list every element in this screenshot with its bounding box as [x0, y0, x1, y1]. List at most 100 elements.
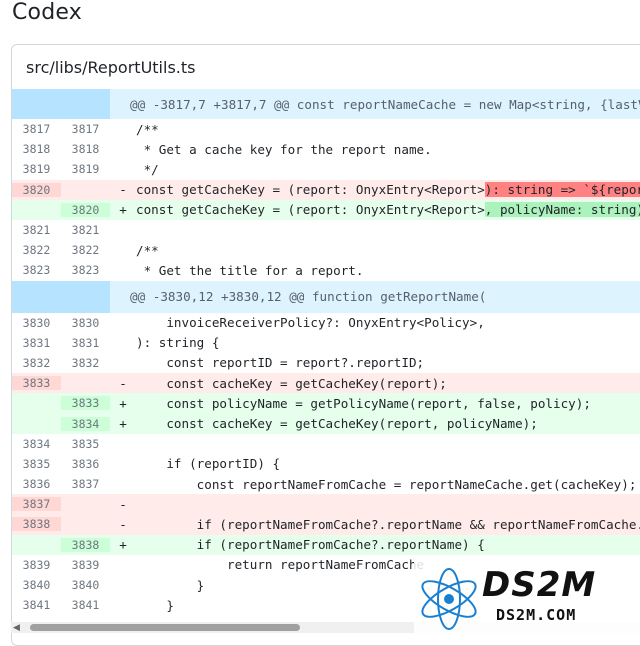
deleted-line[interactable]: 3833 - const cacheKey = getCacheKey(repor…: [12, 373, 640, 394]
old-line-number[interactable]: 3831: [12, 336, 61, 350]
diff-line[interactable]: 3821 3821: [12, 220, 640, 240]
old-line-number[interactable]: 3836: [12, 477, 61, 491]
code-text: * Get a cache key for the report name.: [136, 141, 432, 157]
new-line-number[interactable]: 3835: [61, 437, 110, 451]
old-line-number[interactable]: 3818: [12, 142, 61, 156]
hunk-header-text: @@ -3817,7 +3817,7 @@ const reportNameCa…: [130, 96, 640, 112]
app-title: Codex: [12, 0, 82, 25]
new-line-number[interactable]: 3819: [61, 162, 110, 176]
code-text: if (reportNameFromCache?.reportName) {: [136, 537, 485, 553]
code-changed-highlight: ): string => `${report?.r: [484, 182, 640, 198]
code-text: if (reportNameFromCache?.reportName && r…: [136, 516, 640, 532]
watermark-url: DS2M.COM: [496, 606, 577, 624]
hunk-expand-gutter[interactable]: [12, 89, 110, 119]
code-text: const cacheKey = getCacheKey(report);: [136, 375, 447, 391]
old-line-number[interactable]: 3817: [12, 122, 61, 136]
diff-panel: src/libs/ReportUtils.ts @@ -3817,7 +3817…: [11, 44, 640, 646]
code-text: const reportID = report?.reportID;: [136, 355, 425, 371]
new-line-number[interactable]: 3839: [61, 558, 110, 572]
deleted-line[interactable]: 3838 - if (reportNameFromCache?.reportNam…: [12, 514, 640, 535]
code-text: /**: [136, 121, 159, 137]
diff-line[interactable]: 3835 3836 if (reportID) {: [12, 454, 640, 474]
new-line-number[interactable]: 3833: [61, 396, 110, 411]
hunk-header-text: @@ -3830,12 +3830,12 @@ function getRepo…: [130, 289, 487, 304]
diff-sign: -: [119, 182, 127, 198]
old-line-number[interactable]: 3833: [12, 376, 61, 391]
new-line-number[interactable]: 3820: [61, 202, 110, 217]
new-line-number[interactable]: 3840: [61, 578, 110, 592]
old-line-number[interactable]: 3838: [12, 517, 61, 532]
old-line-number[interactable]: 3840: [12, 578, 61, 592]
old-line-number[interactable]: 3841: [12, 598, 61, 612]
code-changed-highlight: , policyName: string): st: [484, 202, 640, 218]
old-line-number[interactable]: 3822: [12, 243, 61, 257]
code-text: const reportNameFromCache = reportNameCa…: [136, 476, 637, 492]
diff-line[interactable]: 3834 3835: [12, 434, 640, 454]
code-text: return reportNameFromCache: [136, 557, 425, 573]
new-line-number[interactable]: 3836: [61, 457, 110, 471]
diff-sign: +: [119, 395, 127, 411]
new-line-number[interactable]: 3832: [61, 356, 110, 370]
code-text: /**: [136, 242, 159, 258]
hunk-header[interactable]: @@ -3817,7 +3817,7 @@ const reportNameCa…: [12, 89, 640, 119]
added-line[interactable]: 3833 + const policyName = getPolicyName(r…: [12, 393, 640, 414]
hunk-expand-gutter[interactable]: [12, 280, 110, 313]
old-line-number[interactable]: 3837: [12, 497, 61, 512]
diff-line[interactable]: 3818 3818 * Get a cache key for the repor…: [12, 139, 640, 159]
deleted-line[interactable]: 3837 -: [12, 494, 640, 515]
code-unchanged-part: const getCacheKey = (report: OnyxEntry<R…: [136, 202, 485, 218]
old-line-number[interactable]: 3823: [12, 263, 61, 277]
old-line-number[interactable]: 3830: [12, 316, 61, 330]
old-line-number[interactable]: 3839: [12, 558, 61, 572]
diff-sign: +: [119, 537, 127, 553]
diff-line[interactable]: 3831 3831 ): string {: [12, 333, 640, 353]
code-text: }: [136, 577, 205, 593]
diff-rows: @@ -3817,7 +3817,7 @@ const reportNameCa…: [12, 89, 640, 615]
new-line-number[interactable]: 3822: [61, 243, 110, 257]
old-line-number[interactable]: 3835: [12, 457, 61, 471]
new-line-number[interactable]: 3837: [61, 477, 110, 491]
diff-line[interactable]: 3822 3822 /**: [12, 240, 640, 260]
file-path-header[interactable]: src/libs/ReportUtils.ts: [12, 45, 640, 90]
diff-line[interactable]: 3819 3819 */: [12, 159, 640, 179]
scrollbar-thumb[interactable]: [30, 624, 300, 631]
code-text: const policyName = getPolicyName(report,…: [136, 395, 591, 411]
added-line[interactable]: 3820 + const getCacheKey = (report: OnyxEn…: [12, 199, 640, 220]
deleted-line[interactable]: 3820 - const getCacheKey = (report: OnyxEn…: [12, 179, 640, 200]
code-text: const getCacheKey = (report: OnyxEntry<R…: [136, 202, 640, 218]
diff-sign: -: [119, 375, 127, 391]
hunk-header[interactable]: @@ -3830,12 +3830,12 @@ function getRepo…: [12, 280, 640, 313]
old-line-number[interactable]: 3832: [12, 356, 61, 370]
new-line-number[interactable]: 3823: [61, 263, 110, 277]
code-text: ): string {: [136, 335, 220, 351]
new-line-number[interactable]: 3838: [61, 537, 110, 552]
old-line-number[interactable]: 3834: [12, 437, 61, 451]
diff-line[interactable]: 3830 3830 invoiceReceiverPolicy?: OnyxEnt…: [12, 313, 640, 333]
scroll-left-arrow-icon[interactable]: ◀: [13, 622, 20, 633]
diff-line[interactable]: 3836 3837 const reportNameFromCache = rep…: [12, 474, 640, 494]
diff-line[interactable]: 3823 3823 * Get the title for a report.: [12, 260, 640, 280]
code-text: const getCacheKey = (report: OnyxEntry<R…: [136, 182, 640, 198]
new-line-number[interactable]: 3817: [61, 122, 110, 136]
diff-sign: -: [119, 496, 127, 512]
watermark-text: DS2M: [482, 565, 597, 605]
code-unchanged-part: const getCacheKey = (report: OnyxEntry<R…: [136, 182, 485, 198]
new-line-number[interactable]: 3830: [61, 316, 110, 330]
diff-sign: +: [119, 416, 127, 432]
code-text: if (reportID) {: [136, 456, 281, 472]
old-line-number[interactable]: 3821: [12, 223, 61, 237]
old-line-number[interactable]: 3819: [12, 162, 61, 176]
diff-line[interactable]: 3832 3832 const reportID = report?.report…: [12, 353, 640, 373]
added-line[interactable]: 3838 + if (reportNameFromCache?.reportNam…: [12, 534, 640, 555]
diff-sign: -: [119, 516, 127, 532]
new-line-number[interactable]: 3818: [61, 142, 110, 156]
new-line-number[interactable]: 3831: [61, 336, 110, 350]
code-text: * Get the title for a report.: [136, 262, 364, 278]
new-line-number[interactable]: 3834: [61, 416, 110, 431]
old-line-number[interactable]: 3820: [12, 182, 61, 197]
new-line-number[interactable]: 3841: [61, 598, 110, 612]
new-line-number[interactable]: 3821: [61, 223, 110, 237]
added-line[interactable]: 3834 + const cacheKey = getCacheKey(repor…: [12, 413, 640, 434]
diff-line[interactable]: 3817 3817 /**: [12, 119, 640, 139]
code-text: */: [136, 161, 159, 177]
